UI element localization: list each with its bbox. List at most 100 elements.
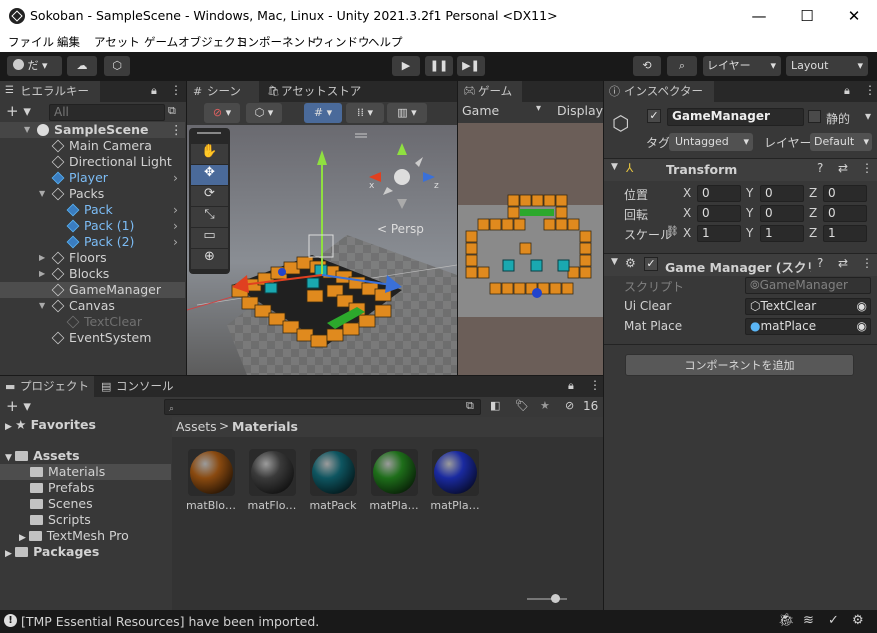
hier-pack-2[interactable]: Pack (2) › xyxy=(0,234,185,250)
minimize-button[interactable]: — xyxy=(747,4,771,28)
lock-icon[interactable]: 🔒︎ xyxy=(151,84,157,98)
mat-place-field[interactable]: ●matPlace ◉ xyxy=(745,318,871,335)
pause-button[interactable]: ❚❚ xyxy=(425,56,453,76)
step-button[interactable]: ▶❚ xyxy=(457,56,485,76)
hier-pack-1[interactable]: Pack (1) › xyxy=(0,218,185,234)
draw-mode-dropdown[interactable]: ⊘ ▾ xyxy=(204,103,240,123)
hier-packs[interactable]: ▼ Packs xyxy=(0,186,185,202)
menu-help[interactable]: ヘルプ xyxy=(368,34,403,50)
history-button[interactable]: ⟲ xyxy=(633,56,661,76)
add-icon[interactable]: + ▾ xyxy=(6,102,31,120)
tab-scene[interactable]: # シーン xyxy=(187,81,259,102)
account-dropdown[interactable]: だ ▾ xyxy=(7,56,62,76)
gamemanager-header[interactable]: ▼ ⚙ ✓ Game Manager (スクリプト) ? ⇄ ⋮ xyxy=(604,254,877,276)
more-icon[interactable]: ⋮ xyxy=(170,122,183,138)
transform-scale-x-input[interactable]: 1 xyxy=(697,225,741,242)
foldout-arrow-icon[interactable]: ▶ xyxy=(39,266,45,282)
hier-canvas[interactable]: ▼ Canvas xyxy=(0,298,185,314)
help-icon[interactable]: ? xyxy=(817,256,823,270)
ui-clear-field[interactable]: ⬡TextClear ◉ xyxy=(745,298,871,315)
material-thumbnail[interactable] xyxy=(188,449,235,496)
static-checkbox[interactable] xyxy=(808,110,821,123)
collab-button[interactable]: ⬡ xyxy=(104,56,130,76)
material-label[interactable]: matBlo… xyxy=(181,499,241,512)
play-button[interactable]: ▶ xyxy=(392,56,420,76)
tab-hierarchy[interactable]: ヒエラルキー xyxy=(0,81,100,102)
tab-inspector[interactable]: ⓘ インスペクター xyxy=(604,81,714,102)
add-component-button[interactable]: コンポーネントを追加 xyxy=(625,354,854,376)
transform-header[interactable]: ▼ ⅄ Transform ? ⇄ ⋮ xyxy=(604,159,877,181)
hierarchy-search-input[interactable]: All xyxy=(49,104,165,121)
render-mode-dropdown[interactable]: ⬡ ▾ xyxy=(246,103,282,123)
open-prefab-icon[interactable]: › xyxy=(173,234,178,250)
menu-window[interactable]: ウィンドウ xyxy=(312,34,370,50)
tag-dropdown[interactable]: Untagged ▾ xyxy=(669,133,753,151)
light-bake-icon[interactable]: ⚙ xyxy=(852,613,864,628)
transform-rotation-x-input[interactable]: 0 xyxy=(697,205,741,222)
open-prefab-icon[interactable]: › xyxy=(173,218,178,234)
hier-gamemanager[interactable]: GameManager xyxy=(0,282,185,298)
layout-dropdown[interactable]: Layout ▾ xyxy=(786,56,868,76)
axis-z-label[interactable]: Z xyxy=(809,206,817,220)
axis-x-label[interactable]: X xyxy=(683,206,691,220)
menu-file[interactable]: ファイル xyxy=(8,34,54,50)
static-dropdown-icon[interactable]: ▾ xyxy=(865,109,871,123)
axis-y-label[interactable]: Y xyxy=(746,186,753,200)
axis-z-label[interactable]: Z xyxy=(809,226,817,240)
menu-gameobject[interactable]: ゲームオブジェクト xyxy=(144,34,247,50)
create-icon[interactable]: + ▾ xyxy=(6,397,31,415)
transform-rotation-z-input[interactable]: 0 xyxy=(823,205,867,222)
more-icon[interactable]: ⋮ xyxy=(861,161,873,175)
lock-icon[interactable]: 🔒︎ xyxy=(844,84,850,98)
game-viewport[interactable] xyxy=(458,123,603,375)
foldout-arrow-icon[interactable]: ▼ xyxy=(39,298,45,314)
axis-x-label[interactable]: X xyxy=(683,186,691,200)
active-checkbox[interactable]: ✓ xyxy=(647,109,661,123)
transform-position-x-input[interactable]: 0 xyxy=(697,185,741,202)
material-thumbnail[interactable] xyxy=(249,449,296,496)
layers-icon[interactable]: ≋ xyxy=(803,613,814,628)
display-dropdown[interactable]: Display xyxy=(557,103,603,118)
cloud-button[interactable]: ☁ xyxy=(67,56,97,76)
material-label[interactable]: matFlo… xyxy=(242,499,302,512)
more-icon[interactable]: ⋮ xyxy=(589,378,601,392)
scale-tool-button[interactable]: ⤡ xyxy=(191,207,228,227)
hidden-count-icon[interactable]: ⊘ xyxy=(565,399,574,412)
layer-dropdown[interactable]: Default ▾ xyxy=(810,133,872,151)
breadcrumb-assets[interactable]: Assets xyxy=(176,419,217,434)
hier-eventsystem[interactable]: EventSystem xyxy=(0,330,185,346)
material-thumbnail[interactable] xyxy=(310,449,357,496)
zoom-slider-thumb[interactable] xyxy=(551,594,560,603)
favorites-item[interactable]: ▶ ★ Favorites xyxy=(0,417,171,433)
foldout-arrow-icon[interactable]: ▶ xyxy=(39,250,45,266)
assets-item[interactable]: ▼ Assets xyxy=(0,448,171,464)
maximize-button[interactable]: ☐ xyxy=(795,4,819,28)
rotate-tool-button[interactable]: ⟳ xyxy=(191,186,228,206)
bug-icon[interactable]: 🐞︎ xyxy=(778,613,795,628)
hier-blocks[interactable]: ▶ Blocks xyxy=(0,266,185,282)
zoom-slider[interactable] xyxy=(527,598,567,600)
material-label[interactable]: matPla… xyxy=(425,499,485,512)
scene-visibility-icon[interactable]: ⧉ xyxy=(168,104,176,118)
material-label[interactable]: matPla… xyxy=(364,499,424,512)
more-icon[interactable]: ⋮ xyxy=(861,256,873,270)
folder-prefabs[interactable]: Prefabs xyxy=(0,480,171,496)
axis-y-label[interactable]: Y xyxy=(746,206,753,220)
transform-scale-z-input[interactable]: 1 xyxy=(823,225,867,242)
transform-position-y-input[interactable]: 0 xyxy=(760,185,804,202)
hier-sample-scene[interactable]: ▼ SampleScene ⋮ xyxy=(0,122,185,138)
menu-assets[interactable]: アセット xyxy=(94,34,140,50)
star-icon[interactable]: ★ xyxy=(540,399,550,412)
hier-directional-light[interactable]: Directional Light xyxy=(0,154,185,170)
preset-icon[interactable]: ⇄ xyxy=(838,256,848,270)
more-icon[interactable]: ⋮ xyxy=(864,83,876,97)
layers-dropdown[interactable]: レイヤー ▾ xyxy=(703,56,781,76)
constrain-proportions-icon[interactable]: ⛓ xyxy=(666,226,679,237)
breadcrumb-materials[interactable]: Materials xyxy=(232,419,298,434)
tab-asset-store[interactable]: 🛍︎ アセットストア xyxy=(261,81,381,102)
object-picker-icon[interactable]: ◉ xyxy=(857,319,867,334)
status-message[interactable]: [TMP Essential Resources] have been impo… xyxy=(21,614,319,629)
search-button[interactable]: ⌕ xyxy=(667,56,697,76)
hand-tool-button[interactable]: ✋ xyxy=(191,144,228,164)
help-icon[interactable]: ? xyxy=(817,161,823,175)
